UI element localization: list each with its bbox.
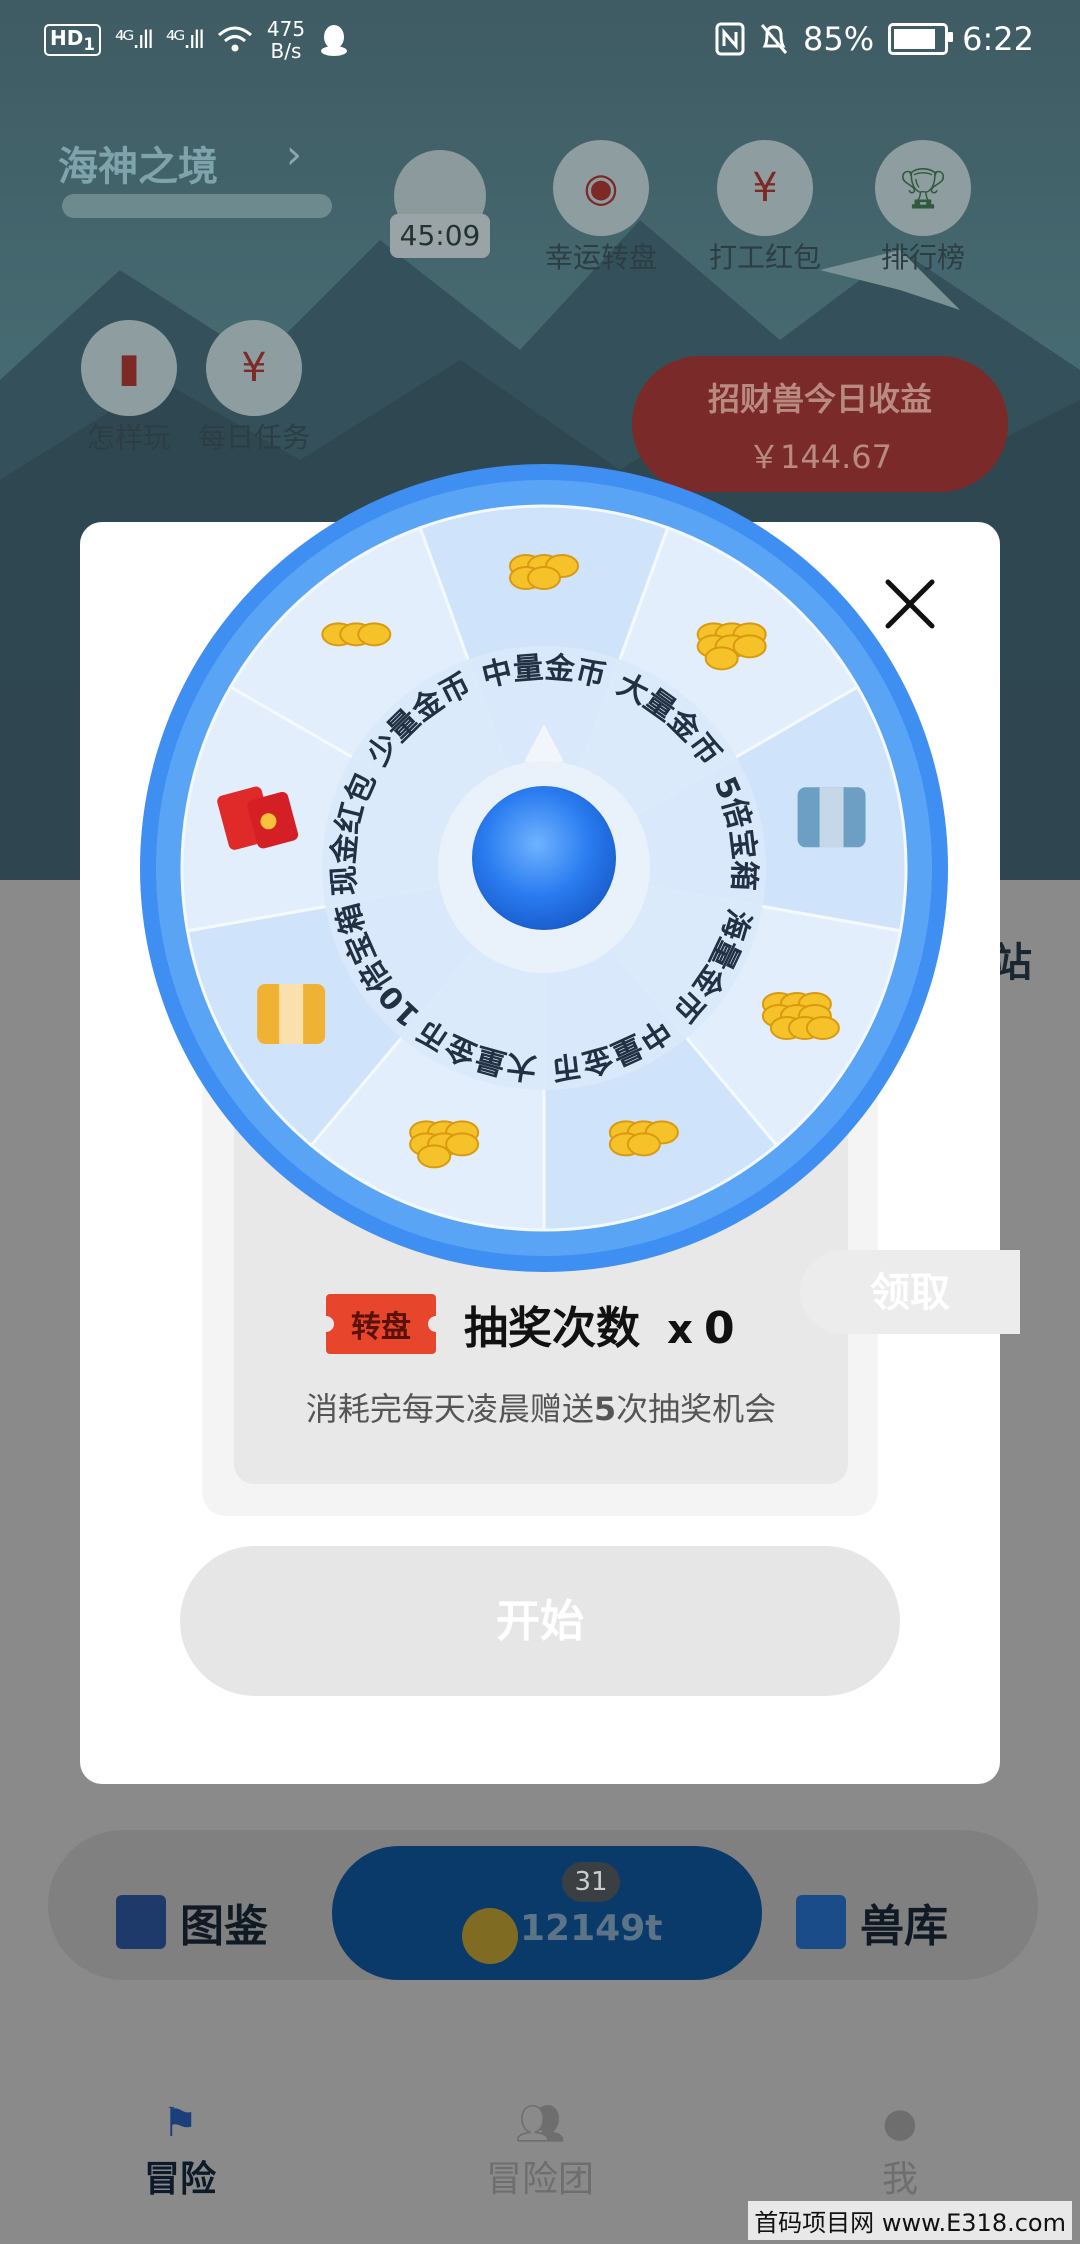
- lucky-wheel: 少量金币 中量金币 大量金币5倍宝箱海量金币中量金币大量金币10倍宝箱现金红包: [140, 464, 948, 1272]
- how-to-play-entry[interactable]: ▮ 怎样玩: [70, 320, 188, 456]
- wheel-spin-knob[interactable]: [472, 786, 616, 930]
- net-speed: 475 B/s: [266, 17, 306, 63]
- earnings-title: 招财兽今日收益: [707, 380, 932, 418]
- shop-icon: [796, 1895, 846, 1949]
- nav-team-label: 冒险团: [485, 2159, 594, 2200]
- coin-icon: [462, 1908, 518, 1964]
- group-icon: 👥︎: [514, 2101, 566, 2147]
- claim-button[interactable]: 领取: [800, 1250, 1020, 1334]
- signal-icon: ⁴ᴳ.ıll: [165, 26, 205, 54]
- book-icon: [116, 1895, 166, 1949]
- nav-me-label: 我: [881, 2159, 918, 2200]
- nav-me[interactable]: ● 我: [800, 2100, 1000, 2202]
- encyclopedia-button[interactable]: 图鉴: [116, 1890, 268, 1954]
- user-icon: ●: [882, 2100, 918, 2146]
- gold-coins-icon: [761, 992, 840, 1040]
- work-red-envelope-entry[interactable]: ¥ 打工红包: [700, 140, 830, 276]
- draw-count-value: 0: [704, 1303, 735, 1354]
- leaderboard-label: 排行榜: [880, 241, 965, 274]
- lucky-wheel-label: 幸运转盘: [544, 241, 657, 274]
- red-envelope-icon: ¥: [717, 140, 813, 236]
- daily-task-entry[interactable]: ¥ 每日任务: [186, 320, 322, 456]
- start-button[interactable]: 开始: [180, 1546, 900, 1696]
- battery-percent: 85%: [803, 20, 875, 58]
- red-envelope-icon: [217, 786, 299, 850]
- work-red-envelope-label: 打工红包: [708, 241, 821, 274]
- leaderboard-entry[interactable]: 🏆︎ 排行榜: [858, 140, 988, 276]
- qq-icon: [321, 25, 348, 56]
- map-title[interactable]: 海神之境: [58, 134, 218, 192]
- treasure-chest-icon: [797, 787, 866, 848]
- roulette-icon: ◉: [553, 140, 649, 236]
- red-envelope-icon: ¥: [206, 320, 302, 416]
- wheel-ticket-icon: 转盘: [318, 1294, 444, 1354]
- signal-icon: ⁴ᴳ.ıll: [114, 26, 154, 54]
- beast-storage-button[interactable]: 兽库: [796, 1890, 948, 1954]
- gold-coins-icon: [321, 622, 392, 647]
- treasure-chest-icon: [257, 984, 326, 1044]
- beast-storage-label: 兽库: [860, 1901, 948, 1952]
- battery-icon: [888, 23, 954, 55]
- mute-bell-icon: [760, 24, 788, 54]
- lucky-wheel-entry[interactable]: ◉ 幸运转盘: [536, 140, 666, 276]
- clock: 6:22: [962, 20, 1034, 58]
- encyclopedia-label: 图鉴: [180, 1901, 268, 1952]
- nav-adventure[interactable]: ⚑ 冒险: [80, 2100, 280, 2202]
- draw-count-row: 转盘 抽奖次数 x 0: [318, 1292, 735, 1356]
- timer-text: 45:09: [390, 214, 490, 258]
- nav-adventure-label: 冒险: [143, 2159, 216, 2200]
- hd-indicator: HD1: [44, 24, 101, 56]
- book-icon: ▮: [81, 320, 177, 416]
- count-badge: 31: [562, 1862, 620, 1902]
- how-to-play-label: 怎样玩: [86, 421, 171, 454]
- map-progress-bar: [62, 194, 332, 218]
- flag-icon: ⚑: [162, 2100, 198, 2146]
- daily-task-label: 每日任务: [197, 421, 310, 454]
- status-bar: HD1 ⁴ᴳ.ıll ⁴ᴳ.ıll 475 B/s 85% 6:22: [0, 0, 1080, 84]
- draw-note: 消耗完每天凌晨赠送5次抽奖机会: [305, 1390, 777, 1428]
- draw-multiplier: x: [667, 1307, 693, 1353]
- nav-team[interactable]: 👥︎ 冒险团: [440, 2100, 640, 2202]
- chevron-right-icon[interactable]: ›: [286, 132, 302, 178]
- wifi-icon: [217, 26, 252, 52]
- draw-count-label: 抽奖次数: [464, 1303, 640, 1354]
- coin-value: 12149t: [520, 1908, 663, 1949]
- close-icon[interactable]: [880, 574, 940, 634]
- trophy-icon: 🏆︎: [875, 140, 971, 236]
- watermark: 首码项目网 www.E318.com: [748, 2201, 1072, 2240]
- nfc-icon: [715, 22, 745, 56]
- timer-badge[interactable]: 45:09: [390, 150, 490, 260]
